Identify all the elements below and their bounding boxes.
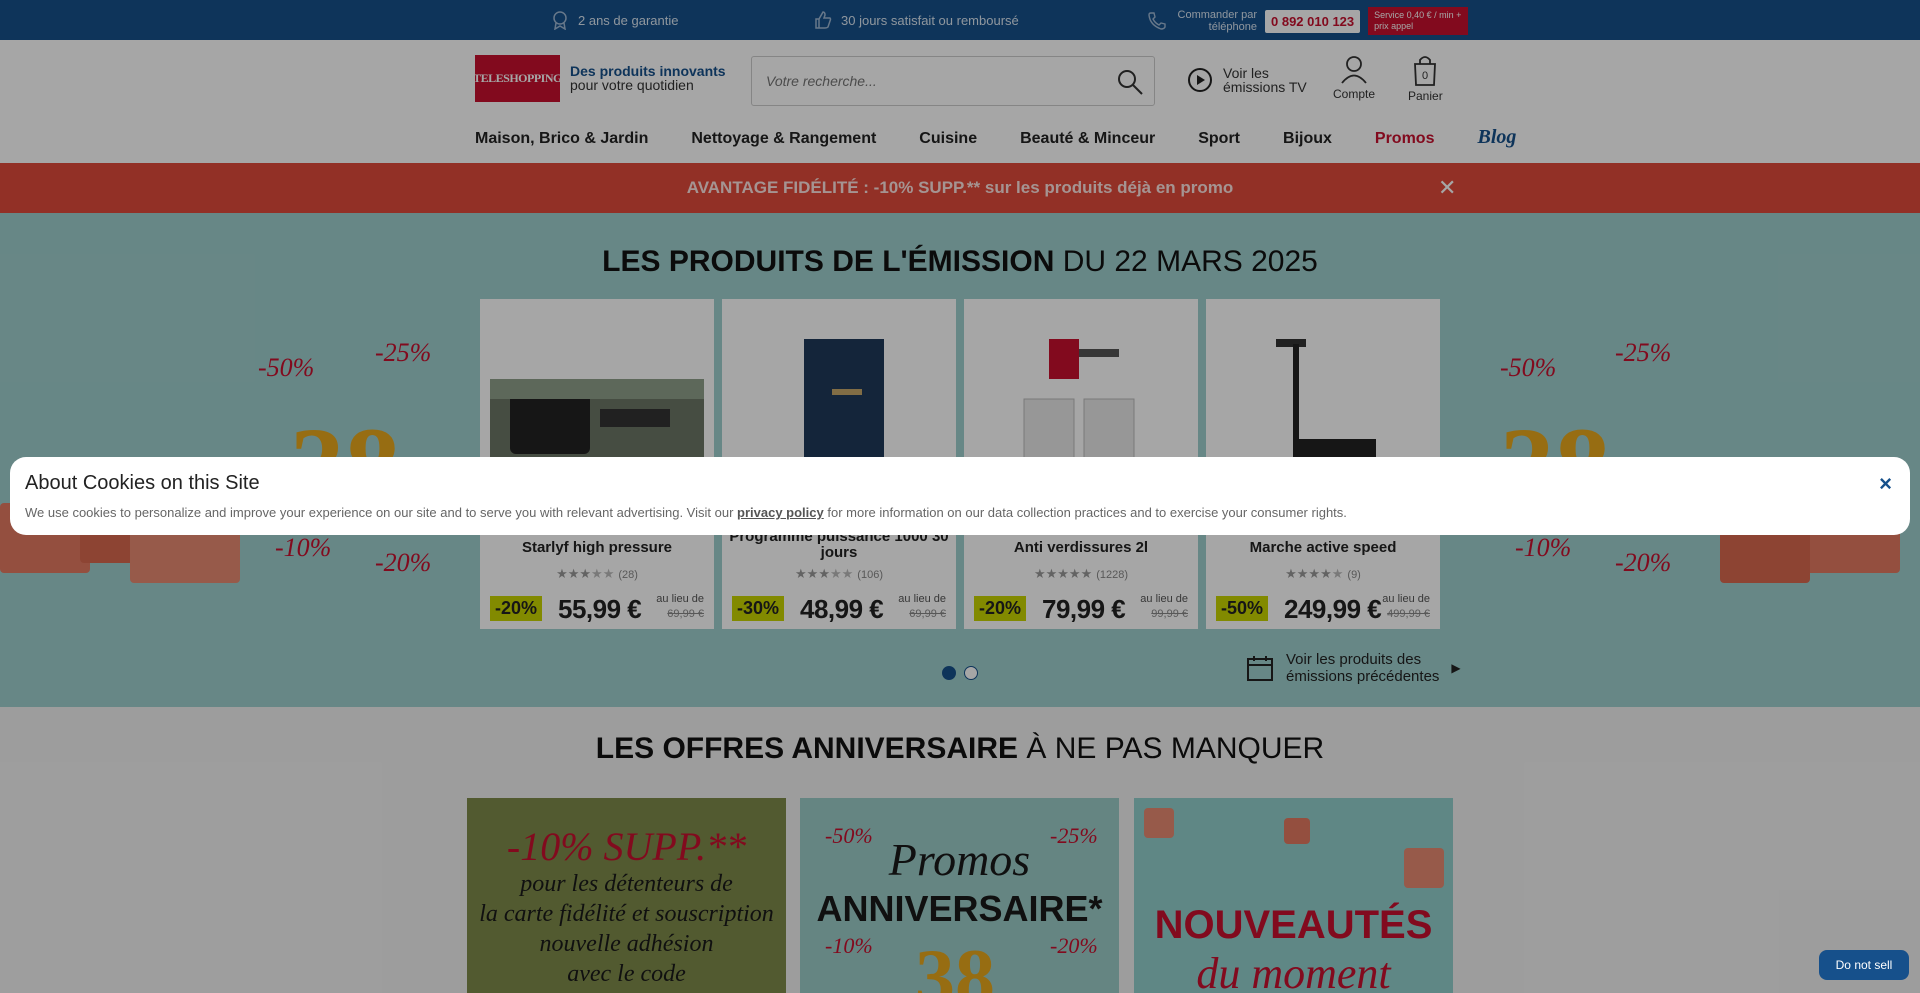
satisfied-text: 30 jours satisfait ou remboursé bbox=[841, 12, 1019, 28]
offers-title-rest: À NE PAS MANQUER bbox=[1026, 732, 1325, 765]
search-input[interactable] bbox=[752, 57, 1092, 105]
cookie-body: We use cookies to personalize and improv… bbox=[25, 505, 1347, 520]
do-not-sell-button[interactable]: Do not sell bbox=[1819, 950, 1909, 980]
loyalty-banner: AVANTAGE FIDÉLITÉ : -10% SUPP.** sur les… bbox=[0, 163, 1920, 213]
old-price: au lieu de 99,99 € bbox=[1140, 593, 1188, 620]
logo[interactable]: TELESHOPPING bbox=[473, 55, 562, 102]
old-price: au lieu de 69,99 € bbox=[898, 593, 946, 620]
product-price: 48,99 € bbox=[800, 594, 884, 624]
product-name[interactable]: Anti verdissures 2l bbox=[964, 539, 1198, 556]
product-rating: ★★★★★ (28) bbox=[556, 566, 638, 581]
hero-decoration-right: -50% -25% -10% -20% 38 bbox=[1480, 323, 1900, 583]
discount-badge: -20% bbox=[490, 596, 543, 621]
cart-label: Panier bbox=[1408, 89, 1443, 103]
carousel-dots bbox=[942, 666, 978, 680]
offer-card-new-products[interactable]: NOUVEAUTÉS du moment bbox=[1134, 798, 1453, 993]
phone-number[interactable]: 0 892 010 123 bbox=[1265, 9, 1361, 33]
hero-decoration-left: -50% -25% -10% -20% 38 bbox=[0, 323, 431, 583]
product-image bbox=[490, 379, 704, 469]
calendar-icon bbox=[1247, 656, 1273, 681]
tagline-line-1: Des produits innovants bbox=[570, 63, 726, 79]
tv-link-line-1: Voir les bbox=[1223, 65, 1269, 81]
cart-count: 0 bbox=[1422, 70, 1428, 82]
product-price: 79,99 € bbox=[1042, 594, 1126, 624]
tv-shows-link[interactable]: Voir les émissions TV bbox=[1187, 66, 1307, 94]
guarantee-item: 2 ans de garantie bbox=[550, 10, 678, 30]
privacy-policy-link[interactable]: privacy policy bbox=[737, 505, 824, 520]
cookie-close-icon[interactable]: × bbox=[1879, 471, 1892, 497]
phone-order[interactable]: Commander par téléphone 0 892 010 123 Se… bbox=[1147, 7, 1469, 35]
top-bar: 2 ans de garantie 30 jours satisfait ou … bbox=[0, 0, 1920, 40]
product-price: 55,99 € bbox=[558, 594, 642, 624]
hero-title-bold: LES PRODUITS DE L'ÉMISSION bbox=[602, 245, 1055, 278]
product-rating: ★★★★★ (9) bbox=[1285, 566, 1361, 581]
product-name[interactable]: Starlyf high pressure bbox=[480, 539, 714, 556]
account-label: Compte bbox=[1333, 87, 1376, 101]
chevron-right-icon: ▶ bbox=[1451, 660, 1461, 675]
tagline: Des produits innovants pour votre quotid… bbox=[570, 64, 726, 92]
nav-item-maison[interactable]: Maison, Brico & Jardin bbox=[475, 130, 648, 149]
header: TELESHOPPING Des produits innovants pour… bbox=[0, 40, 1920, 163]
nav-item-bijoux[interactable]: Bijoux bbox=[1283, 130, 1332, 149]
cart-link[interactable]: 0 Panier bbox=[1408, 54, 1443, 103]
product-price: 249,99 € bbox=[1284, 594, 1382, 624]
offers-title: LES OFFRES ANNIVERSAIRE À NE PAS MANQUER bbox=[0, 732, 1920, 766]
hero-title: LES PRODUITS DE L'ÉMISSION DU 22 MARS 20… bbox=[0, 245, 1920, 279]
cart-bag-icon: 0 bbox=[1414, 56, 1437, 86]
previous-shows-link[interactable]: Voir les produits des émissions précéden… bbox=[1246, 651, 1461, 685]
search-icon[interactable] bbox=[1116, 68, 1144, 96]
tagline-line-2: pour votre quotidien bbox=[570, 77, 694, 93]
carousel-dot[interactable] bbox=[964, 666, 978, 680]
cookie-title: About Cookies on this Site bbox=[25, 472, 260, 494]
previous-shows-line-1: Voir les produits des bbox=[1286, 651, 1422, 668]
phone-fee: Service 0,40 € / min + prix appel bbox=[1368, 7, 1469, 35]
product-image bbox=[804, 339, 884, 469]
nav-item-nettoyage[interactable]: Nettoyage & Rangement bbox=[691, 130, 876, 149]
offer-card-loyalty[interactable]: -10% SUPP.** pour les détenteurs de la c… bbox=[467, 798, 786, 993]
product-image bbox=[1023, 339, 1135, 469]
nav-item-blog[interactable]: Blog bbox=[1477, 126, 1516, 149]
product-rating: ★★★★★ (1228) bbox=[1033, 566, 1129, 581]
old-price: au lieu de 69,99 € bbox=[656, 593, 704, 620]
carousel-dot[interactable] bbox=[942, 666, 956, 680]
thumbs-up-icon bbox=[815, 11, 832, 29]
offers-title-bold: LES OFFRES ANNIVERSAIRE bbox=[595, 732, 1019, 765]
tv-link-line-2: émissions TV bbox=[1223, 79, 1307, 95]
nav-item-promos[interactable]: Promos bbox=[1375, 130, 1435, 149]
award-icon bbox=[553, 11, 567, 30]
discount-badge: -50% bbox=[1216, 596, 1269, 621]
nav-item-beaute[interactable]: Beauté & Minceur bbox=[1020, 130, 1155, 149]
phone-icon bbox=[1148, 12, 1166, 30]
play-circle-icon bbox=[1188, 68, 1212, 92]
offer-card-anniversary[interactable]: -50% -25% Promos ANNIVERSAIRE* -10% -20%… bbox=[800, 798, 1119, 993]
order-label: Commander par téléphone bbox=[1177, 9, 1257, 33]
account-link[interactable]: Compte bbox=[1333, 54, 1375, 101]
product-rating: ★★★★★ (106) bbox=[795, 566, 883, 581]
discount-badge: -20% bbox=[974, 596, 1027, 621]
previous-shows-line-2: émissions précédentes bbox=[1286, 668, 1440, 685]
guarantee-text: 2 ans de garantie bbox=[578, 12, 679, 28]
main-nav: Maison, Brico & Jardin Nettoyage & Range… bbox=[475, 126, 1559, 149]
old-price: au lieu de 499,99 € bbox=[1382, 593, 1430, 620]
product-name[interactable]: Marche active speed bbox=[1206, 539, 1440, 556]
hero-title-rest: DU 22 MARS 2025 bbox=[1062, 245, 1318, 278]
cookie-notice: About Cookies on this Site We use cookie… bbox=[10, 457, 1910, 535]
discount-badge: -30% bbox=[732, 596, 785, 621]
nav-item-cuisine[interactable]: Cuisine bbox=[919, 130, 977, 149]
product-image bbox=[1276, 339, 1376, 464]
nav-item-sport[interactable]: Sport bbox=[1198, 130, 1240, 149]
loyalty-banner-text: AVANTAGE FIDÉLITÉ : -10% SUPP.** sur les… bbox=[686, 178, 1234, 197]
satisfied-item: 30 jours satisfait ou remboursé bbox=[813, 10, 1019, 30]
search-box bbox=[751, 56, 1155, 106]
banner-close-icon[interactable]: ✕ bbox=[1438, 163, 1456, 213]
user-icon bbox=[1341, 56, 1367, 84]
